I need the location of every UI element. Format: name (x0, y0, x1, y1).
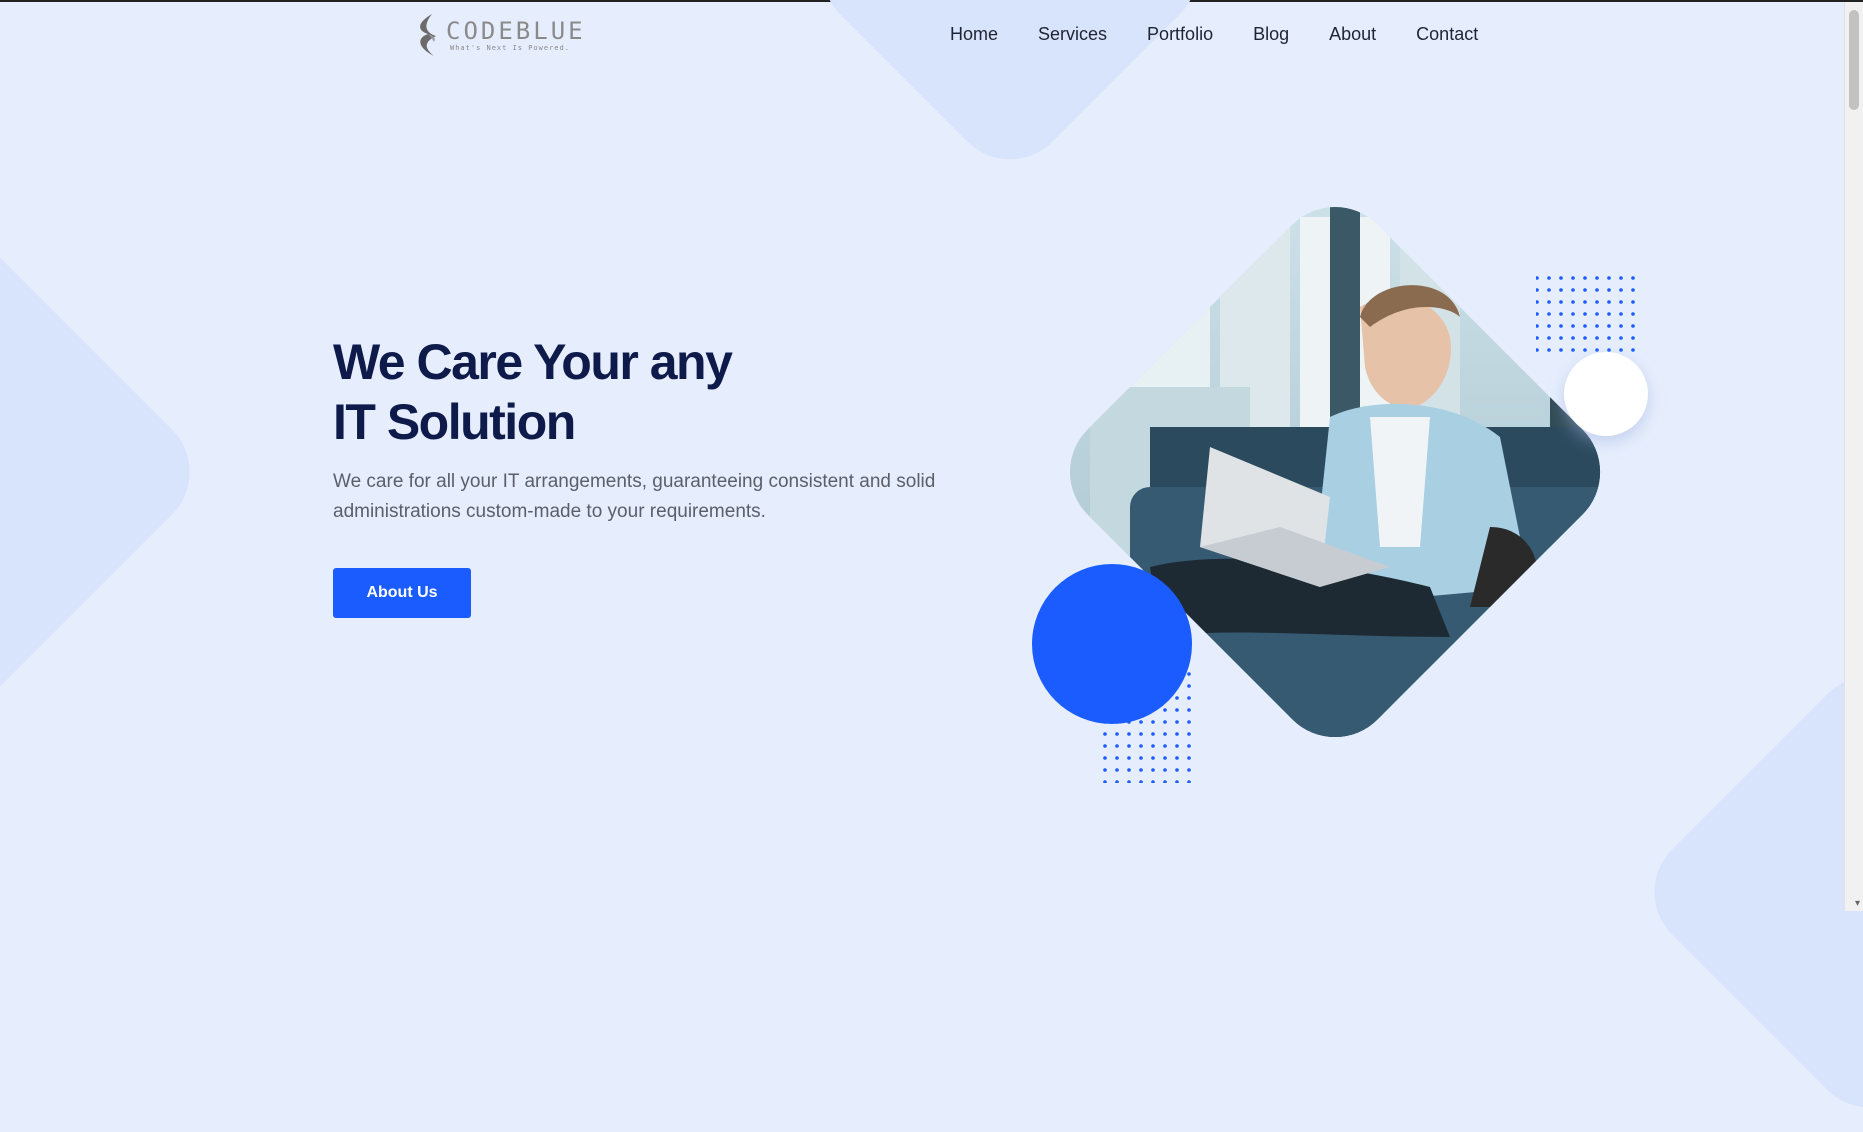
white-circle (1564, 352, 1648, 436)
nav-contact[interactable]: Contact (1416, 24, 1478, 45)
hero-illustration (1032, 182, 1648, 783)
hero-title: We Care Your any IT Solution (333, 332, 893, 452)
main-nav: Home Services Portfolio Blog About Conta… (950, 24, 1478, 45)
hero-title-line-2: IT Solution (333, 394, 576, 450)
nav-services[interactable]: Services (1038, 24, 1107, 45)
logo[interactable]: CODEBLUE What's Next Is Powered. (412, 12, 586, 58)
nav-about[interactable]: About (1329, 24, 1376, 45)
hero-description: We care for all your IT arrangements, gu… (333, 471, 936, 522)
about-us-button[interactable]: About Us (333, 568, 471, 618)
codeblue-swoosh-icon (420, 14, 436, 56)
logo-text: CODEBLUE What's Next Is Powered. (446, 18, 586, 52)
background-shape-left (0, 217, 215, 727)
dot-grid-top (1536, 275, 1636, 359)
nav-portfolio[interactable]: Portfolio (1147, 24, 1213, 45)
nav-blog[interactable]: Blog (1253, 24, 1289, 45)
page-scrollbar[interactable]: ▾ (1844, 2, 1863, 911)
scrollbar-thumb[interactable] (1849, 10, 1859, 110)
nav-home[interactable]: Home (950, 24, 998, 45)
logo-name: CODEBLUE (446, 17, 586, 45)
logo-tagline: What's Next Is Powered. (450, 44, 570, 52)
blue-circle (1032, 564, 1192, 724)
scroll-down-arrow-icon[interactable]: ▾ (1855, 898, 1860, 909)
hero-title-line-1: We Care Your any (333, 334, 733, 390)
